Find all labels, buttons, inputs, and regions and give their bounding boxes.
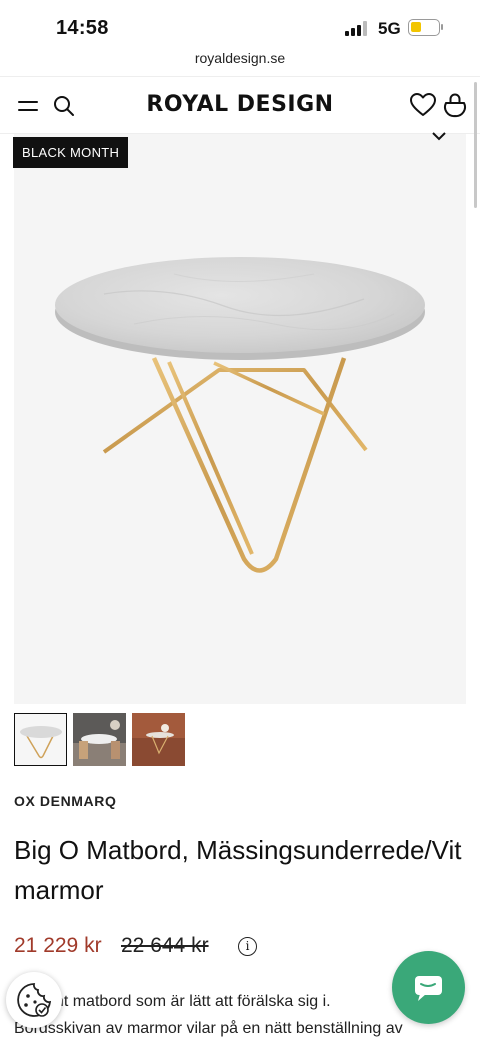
- product-image[interactable]: [14, 134, 466, 704]
- battery-icon: [408, 19, 440, 36]
- product-brand[interactable]: OX DENMARQ: [14, 793, 116, 809]
- marble-table-illustration: [55, 257, 425, 573]
- cookie-settings-button[interactable]: [6, 972, 62, 1028]
- bag-icon[interactable]: [443, 92, 467, 118]
- sale-price: 21 229 kr: [14, 934, 102, 957]
- cookie-icon: [17, 983, 52, 1017]
- status-bar: 14:58 5G: [0, 0, 480, 50]
- thumbnail-table-white[interactable]: [14, 713, 67, 766]
- page-scrollbar[interactable]: [474, 82, 477, 208]
- thumbnail-table-warm-room[interactable]: [132, 713, 185, 766]
- signal-icon: [345, 21, 369, 36]
- info-icon[interactable]: i: [238, 937, 257, 956]
- url-bar[interactable]: royaldesign.se: [0, 50, 480, 74]
- battery-tip: [441, 24, 443, 30]
- promo-badge: BLACK MONTH: [13, 137, 129, 168]
- heart-icon[interactable]: [410, 93, 436, 117]
- network-label: 5G: [378, 19, 401, 38]
- menu-icon[interactable]: [18, 99, 38, 113]
- chat-button[interactable]: [392, 951, 465, 1024]
- original-price: 22 644 kr: [121, 934, 209, 957]
- chat-icon: [415, 976, 442, 1001]
- search-icon[interactable]: [53, 95, 75, 117]
- product-title: Big O Matbord, Mässingsunderrede/Vit mar…: [14, 835, 462, 905]
- site-header: ROYAL DESIGN: [0, 76, 480, 134]
- chevron-down-icon[interactable]: [430, 130, 448, 142]
- thumbnail-dining-room[interactable]: [73, 713, 126, 766]
- status-time: 14:58: [56, 17, 109, 39]
